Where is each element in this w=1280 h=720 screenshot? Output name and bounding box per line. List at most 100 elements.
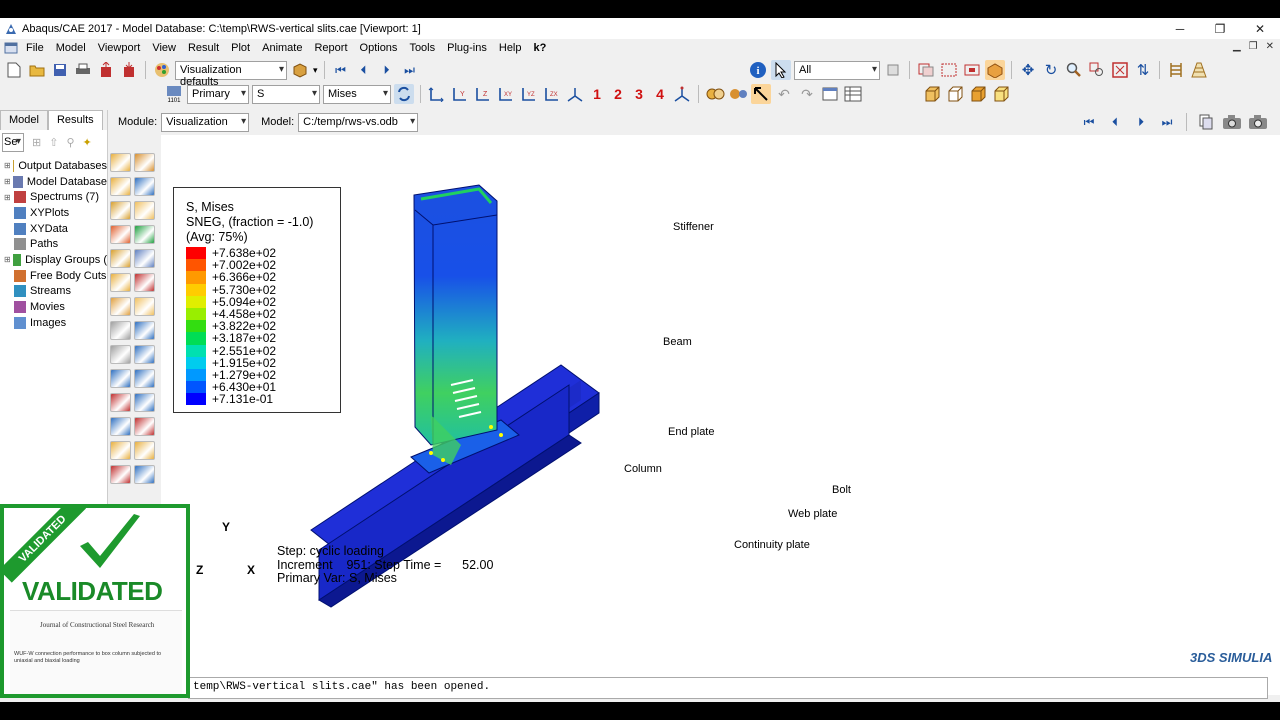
front-view-icon[interactable] xyxy=(922,84,942,104)
iso-view-icon[interactable] xyxy=(991,84,1011,104)
csys-y-icon[interactable]: Y xyxy=(450,84,470,104)
toolbox-tool-icon[interactable] xyxy=(134,177,155,196)
toolbox-tool-icon[interactable] xyxy=(110,441,131,460)
remove-selected-icon[interactable] xyxy=(962,60,982,80)
tree-item[interactable]: ⊞ Output Databases xyxy=(4,158,107,174)
first-frame-icon[interactable]: ⏮ xyxy=(331,60,351,80)
menu-report[interactable]: Report xyxy=(308,42,353,54)
menu-model[interactable]: Model xyxy=(50,42,92,54)
toolbox-tool-icon[interactable] xyxy=(110,369,131,388)
close-button[interactable]: ✕ xyxy=(1240,18,1280,39)
toolbox-tool-icon[interactable] xyxy=(110,225,131,244)
selection-options-icon[interactable] xyxy=(883,60,903,80)
render-circles-icon[interactable] xyxy=(705,84,725,104)
toolbox-tool-icon[interactable] xyxy=(134,369,155,388)
visualization-defaults-select[interactable]: Visualization defaults xyxy=(175,60,287,88)
tree-item[interactable]: Streams xyxy=(4,284,107,300)
tree-item[interactable]: ⊞ Display Groups ( xyxy=(4,252,107,268)
undo-view-icon[interactable]: ↶ xyxy=(774,84,794,104)
calendar-icon[interactable] xyxy=(820,84,840,104)
menu-options[interactable]: Options xyxy=(354,42,404,54)
context-help-button[interactable]: k? xyxy=(528,42,553,54)
toolbox-tool-icon[interactable] xyxy=(110,153,131,172)
toolbox-tool-icon[interactable] xyxy=(110,177,131,196)
tree-item[interactable]: Paths xyxy=(4,236,107,252)
toolbox-tool-icon[interactable] xyxy=(110,345,131,364)
display-group-icon[interactable] xyxy=(985,60,1005,80)
tree-item[interactable]: Free Body Cuts xyxy=(4,268,107,284)
replace-selected-icon[interactable] xyxy=(916,60,936,80)
toolbox-tool-icon[interactable] xyxy=(134,225,155,244)
auto-fit-icon[interactable] xyxy=(1110,60,1130,80)
render-style-icon[interactable] xyxy=(290,60,310,80)
menu-view[interactable]: View xyxy=(146,42,182,54)
new-icon[interactable] xyxy=(4,60,24,80)
info-icon[interactable]: i xyxy=(748,60,768,80)
table-icon[interactable] xyxy=(843,84,863,104)
menu-help[interactable]: Help xyxy=(493,42,528,54)
menu-tools[interactable]: Tools xyxy=(403,42,441,54)
expand-icon[interactable]: ⊞ xyxy=(4,193,12,202)
zoom-box-icon[interactable] xyxy=(1087,60,1107,80)
link-icon[interactable]: ⚲ xyxy=(66,136,74,149)
toolbox-tool-icon[interactable] xyxy=(134,393,155,412)
toolbox-tool-icon[interactable] xyxy=(134,297,155,316)
pan-icon[interactable]: ✥ xyxy=(1018,60,1038,80)
toolbox-tool-icon[interactable] xyxy=(134,441,155,460)
query-icon[interactable] xyxy=(751,84,771,104)
toolbox-tool-icon[interactable] xyxy=(134,153,155,172)
redo-view-icon[interactable]: ↷ xyxy=(797,84,817,104)
expand-icon[interactable]: ⊞ xyxy=(4,255,11,264)
palette-icon[interactable] xyxy=(152,60,172,80)
mdi-restore-icon[interactable]: ❐ xyxy=(1249,41,1258,52)
camera-icon[interactable] xyxy=(1222,112,1242,132)
primary-variable-select[interactable]: Primary xyxy=(187,84,249,104)
tree-item[interactable]: XYData xyxy=(4,221,107,237)
filter-icon[interactable]: ⊞ xyxy=(32,136,41,149)
toolbox-tool-icon[interactable] xyxy=(110,417,131,436)
csys-x-icon[interactable] xyxy=(427,84,447,104)
shaded-render-icon[interactable] xyxy=(728,84,748,104)
invariant-select[interactable]: Mises xyxy=(323,84,391,104)
magnify-icon[interactable] xyxy=(1064,60,1084,80)
expand-icon[interactable]: ⊞ xyxy=(4,161,11,170)
tree-item[interactable]: ⊞ Model Database xyxy=(4,174,107,190)
csys-yz-icon[interactable]: YZ xyxy=(519,84,539,104)
cycle-views-icon[interactable]: ⇅ xyxy=(1133,60,1153,80)
toolbox-tool-icon[interactable] xyxy=(110,297,131,316)
expand-icon[interactable]: ⊞ xyxy=(4,177,11,186)
maximize-button[interactable]: ❐ xyxy=(1200,18,1240,39)
toolbox-tool-icon[interactable] xyxy=(134,321,155,340)
selection-filter-select[interactable]: All xyxy=(794,60,880,80)
menu-viewport[interactable]: Viewport xyxy=(92,42,147,54)
toolbox-tool-icon[interactable] xyxy=(134,249,155,268)
toolbox-tool-icon[interactable] xyxy=(110,393,131,412)
component-3-button[interactable]: 3 xyxy=(630,86,648,102)
system-menu-icon[interactable] xyxy=(4,41,18,55)
triad-fork-icon[interactable] xyxy=(672,84,692,104)
toolbox-tool-icon[interactable] xyxy=(110,321,131,340)
component-2-button[interactable]: 2 xyxy=(609,86,627,102)
toolbox-tool-icon[interactable] xyxy=(110,273,131,292)
last-step-icon[interactable]: ⏭ xyxy=(1157,112,1177,132)
menu-animate[interactable]: Animate xyxy=(256,42,308,54)
toolbox-tool-icon[interactable] xyxy=(110,465,131,484)
tree-filter-select[interactable]: Se xyxy=(2,132,24,152)
tree-item[interactable]: Movies xyxy=(4,299,107,315)
mdi-close-icon[interactable]: ✕ xyxy=(1266,41,1274,52)
back-view-icon[interactable] xyxy=(945,84,965,104)
mdi-minimize-icon[interactable]: ▁ xyxy=(1233,41,1241,52)
toolbox-tool-icon[interactable] xyxy=(110,201,131,220)
refresh-icon[interactable] xyxy=(394,84,414,104)
box-zoom-icon[interactable] xyxy=(939,60,959,80)
next-frame-icon[interactable]: ⏵ xyxy=(377,60,397,80)
triad-icon[interactable] xyxy=(565,84,585,104)
csys-zx-icon[interactable]: ZX xyxy=(542,84,562,104)
perspective-icon[interactable] xyxy=(1189,60,1209,80)
module-select[interactable]: Visualization xyxy=(161,112,250,132)
toolbox-tool-icon[interactable] xyxy=(134,273,155,292)
menu-file[interactable]: File xyxy=(20,42,50,54)
tree-item[interactable]: XYPlots xyxy=(4,205,107,221)
csys-z-icon[interactable]: Z xyxy=(473,84,493,104)
menu-result[interactable]: Result xyxy=(182,42,225,54)
